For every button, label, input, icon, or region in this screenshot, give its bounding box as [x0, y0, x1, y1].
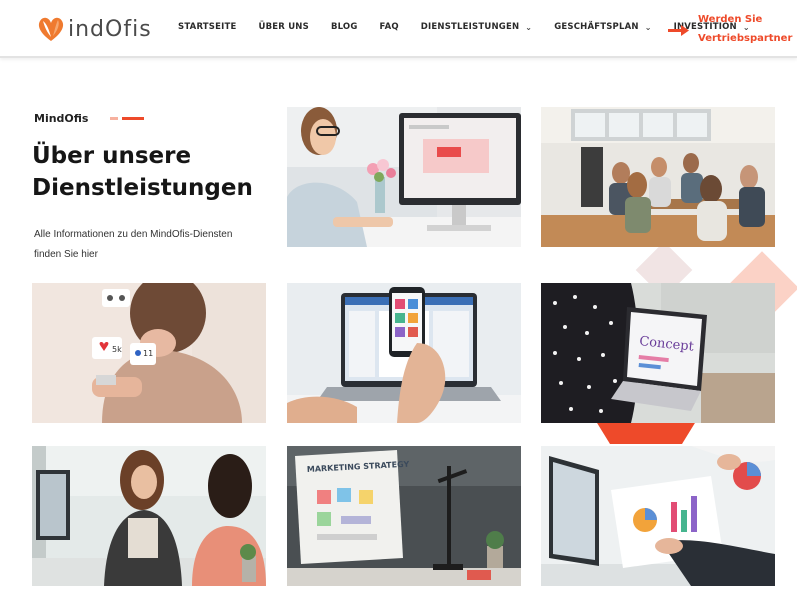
site-header: indOfis STARTSEITE ÜBER UNS BLOG FAQ DIE…: [0, 0, 797, 58]
title-line-2: Dienstleistungen: [32, 175, 253, 201]
user-count: 11: [143, 349, 153, 358]
service-image-woman-computer: [287, 107, 521, 247]
user-icon: [135, 350, 141, 356]
nav-faq[interactable]: FAQ: [380, 22, 399, 32]
service-image-phone-laptop: [287, 283, 521, 423]
service-image-social-media: 5k 11: [32, 283, 266, 423]
nav-label: DIENSTLEISTUNGEN: [420, 22, 520, 32]
nav-geschaeftsplan[interactable]: GESCHÄFTSPLAN ⌄: [554, 22, 651, 32]
nav-label: ÜBER UNS: [258, 22, 309, 32]
service-image-concept-laptop: Concept: [541, 283, 775, 423]
accent-divider: [110, 117, 144, 120]
title-line-1: Über unsere: [32, 143, 192, 169]
service-image-coworkers: [32, 446, 266, 586]
section-brand-label: MindOfis: [34, 112, 89, 125]
logo-text: indOfis: [68, 16, 152, 42]
chevron-down-icon: ⌄: [525, 22, 533, 32]
service-image-marketing-strategy: MARKETING STRATEGY: [287, 446, 521, 586]
page-title: Über unsere Dienstleistungen: [32, 140, 272, 204]
nav-blog[interactable]: BLOG: [331, 22, 358, 32]
nav-label: BLOG: [330, 22, 358, 32]
intro-description: Alle Informationen zu den MindOfis-Diens…: [34, 225, 274, 265]
cta-text: Werden Sie Vertriebspartner: [698, 10, 792, 48]
like-count: 5k: [112, 345, 122, 354]
nav-startseite[interactable]: STARTSEITE: [178, 22, 237, 32]
nav-label: FAQ: [379, 22, 399, 32]
nav-ueber-uns[interactable]: ÜBER UNS: [259, 22, 309, 32]
cta-line-1: Werden Sie: [698, 14, 763, 25]
description-line-2: finden Sie hier: [34, 249, 98, 260]
nav-dienstleistungen[interactable]: DIENSTLEISTUNGEN ⌄: [421, 22, 532, 32]
chevron-down-icon: ⌄: [644, 22, 652, 32]
arrow-right-icon: [668, 23, 690, 36]
nav-label: STARTSEITE: [178, 22, 237, 32]
mindofis-logo[interactable]: indOfis: [36, 12, 152, 46]
cta-line-2: Vertriebspartner: [698, 33, 793, 44]
description-line-1: Alle Informationen zu den MindOfis-Diens…: [34, 229, 233, 240]
service-image-team-meeting: [541, 107, 775, 247]
service-image-charts-analysis: [541, 446, 775, 586]
heart-m-logo-icon: [36, 14, 66, 44]
nav-label: GESCHÄFTSPLAN: [554, 22, 639, 32]
partner-cta-link[interactable]: Werden Sie Vertriebspartner: [668, 10, 792, 48]
